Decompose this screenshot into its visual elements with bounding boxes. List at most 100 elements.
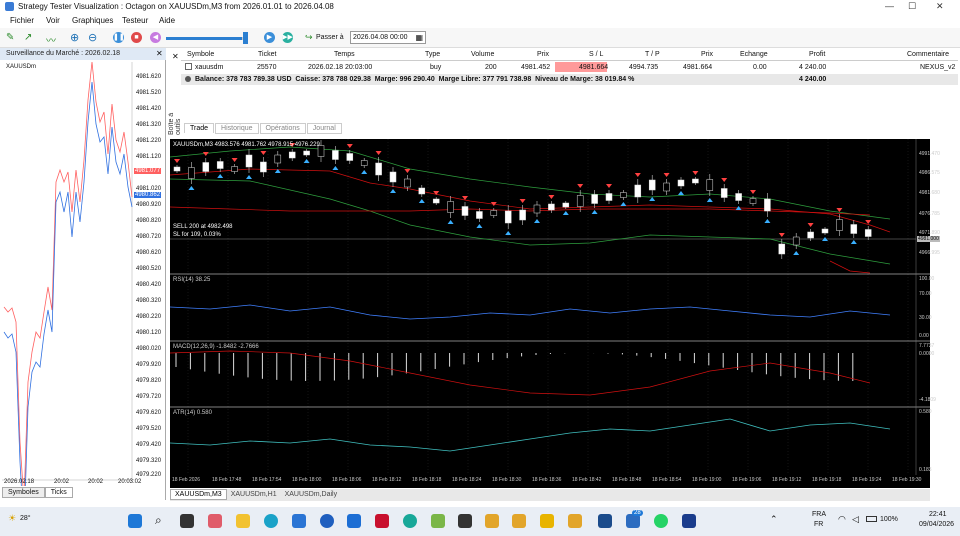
- battery-icon[interactable]: [866, 516, 877, 522]
- table-row[interactable]: xauusdm 25570 2026.02.18 20:03:00 buy 20…: [181, 62, 958, 73]
- chart-tab-m3[interactable]: XAUUSDm,M3: [170, 489, 227, 500]
- minimize-button[interactable]: —: [885, 1, 894, 11]
- outlook-icon[interactable]: [347, 514, 361, 528]
- lang-label[interactable]: FRA: [812, 511, 826, 518]
- task-view-icon[interactable]: [180, 514, 194, 528]
- file-explorer-icon[interactable]: [236, 514, 250, 528]
- speed-fast-icon[interactable]: ▶: [264, 32, 275, 43]
- col-header[interactable]: Symbole: [187, 51, 214, 58]
- tab-journal[interactable]: Journal: [306, 123, 342, 134]
- draw-tool-icon[interactable]: ✎: [6, 32, 14, 43]
- tick-time-label: 20:02: [88, 479, 104, 485]
- notes-icon-2[interactable]: [512, 514, 526, 528]
- col-header[interactable]: S / L: [589, 51, 603, 58]
- terminal-icon[interactable]: [540, 514, 554, 528]
- col-header[interactable]: Temps: [334, 51, 355, 58]
- tick-chart[interactable]: XAUUSDm 4981.620 4981.520 4981.420 4981.…: [2, 62, 164, 486]
- tick-price-label: 4980.320: [136, 298, 162, 304]
- start-icon[interactable]: [128, 514, 142, 528]
- chart-tab-daily[interactable]: XAUUSDm,Daily: [281, 490, 342, 499]
- tab-historique[interactable]: Historique: [215, 123, 259, 134]
- clock-date[interactable]: 09/04/2026: [919, 521, 954, 528]
- candle: [231, 166, 238, 172]
- tab-symboles[interactable]: Symboles: [2, 487, 45, 498]
- calendar-icon[interactable]: ▦: [415, 33, 423, 42]
- maximize-button[interactable]: ☐: [908, 1, 916, 12]
- cell-type: buy: [430, 64, 442, 71]
- tick-price-label: 4979.820: [136, 378, 162, 384]
- candle: [850, 224, 858, 234]
- search-icon[interactable]: ⌕: [155, 513, 162, 528]
- expressvpn-icon[interactable]: [403, 514, 417, 528]
- volume-icon[interactable]: ◁: [852, 514, 859, 525]
- notes-icon-1[interactable]: [485, 514, 499, 528]
- cursor-icon[interactable]: ↗: [24, 32, 32, 43]
- candle: [202, 162, 210, 172]
- store-icon[interactable]: [292, 514, 306, 528]
- menu-testeur[interactable]: Testeur: [122, 16, 148, 25]
- metatrader-icon[interactable]: [598, 514, 612, 528]
- mcafee-icon[interactable]: [375, 514, 389, 528]
- tab-trade[interactable]: Trade: [184, 123, 215, 133]
- whatsapp-icon[interactable]: [654, 514, 668, 528]
- notes-icon-3[interactable]: [568, 514, 582, 528]
- cell-sl: 4981.664: [555, 62, 608, 72]
- buy-arrow-marker: [447, 220, 454, 224]
- chart-tab-h1[interactable]: XAUUSDm,H1: [227, 490, 281, 499]
- ai-app-icon[interactable]: [431, 514, 445, 528]
- col-header[interactable]: Prix: [537, 51, 549, 58]
- skip-to-label[interactable]: Passer à: [316, 34, 344, 41]
- tab-ticks[interactable]: Ticks: [44, 487, 73, 498]
- market-watch-header: Surveillance du Marché : 2026.02.18: [0, 48, 166, 60]
- close-button[interactable]: ✕: [936, 1, 944, 12]
- atr-label: ATR(14) 0.580: [173, 410, 212, 416]
- photos-icon[interactable]: [208, 514, 222, 528]
- cell-current-price: 4981.664: [683, 64, 713, 71]
- col-header[interactable]: Ticket: [258, 51, 276, 58]
- tray-chevron-icon[interactable]: ⌃: [770, 514, 778, 525]
- step-forward-icon[interactable]: ▶▶: [282, 32, 293, 43]
- market-watch-close-icon[interactable]: ✕: [156, 49, 163, 58]
- col-header[interactable]: Commentaire: [907, 51, 949, 58]
- paypal-icon[interactable]: [682, 514, 696, 528]
- line-tool-icon[interactable]: 〰: [46, 32, 56, 47]
- buy-arrow-marker: [793, 251, 800, 255]
- speed-slider[interactable]: [166, 37, 244, 40]
- candle: [490, 210, 498, 216]
- menu-aide[interactable]: Aide: [159, 16, 175, 25]
- sell-arrow-marker: [548, 195, 555, 199]
- weather-icon[interactable]: ☀: [8, 513, 16, 524]
- col-header[interactable]: Echange: [740, 51, 768, 58]
- col-header[interactable]: T / P: [645, 51, 660, 58]
- zoom-out-icon[interactable]: ⊖: [88, 31, 97, 44]
- candle: [821, 228, 829, 234]
- font-app-icon[interactable]: [458, 514, 472, 528]
- sell-arrow-marker: [807, 223, 814, 227]
- main-chart[interactable]: XAUUSDm,M3 4983.576 4981.762 4978.915 49…: [170, 139, 940, 488]
- menu-graphiques[interactable]: Graphiques: [72, 16, 113, 25]
- market-watch-tabs: Symboles Ticks: [2, 487, 73, 499]
- tab-operations[interactable]: Opérations: [259, 123, 306, 134]
- wifi-icon[interactable]: ◠: [838, 514, 846, 525]
- col-header[interactable]: Prix: [701, 51, 713, 58]
- col-header[interactable]: Profit: [809, 51, 825, 58]
- toolbox-close-icon[interactable]: ✕: [172, 52, 179, 61]
- time-axis-label: 18 Feb 2026: [172, 477, 201, 483]
- menu-fichier[interactable]: Fichier: [10, 16, 34, 25]
- clock-time[interactable]: 22:41: [929, 511, 947, 518]
- skip-to-icon[interactable]: ↪: [305, 32, 313, 43]
- menu-voir[interactable]: Voir: [46, 16, 60, 25]
- candle: [332, 150, 339, 160]
- time-axis-label: 18 Feb 18:48: [612, 477, 642, 483]
- zoom-in-icon[interactable]: ⊕: [70, 31, 79, 44]
- pause-icon[interactable]: ❚❚: [113, 32, 125, 43]
- metatrader-icon-2[interactable]: [626, 514, 640, 528]
- col-header[interactable]: Type: [425, 51, 440, 58]
- speed-slider-handle[interactable]: [243, 32, 248, 44]
- edge-icon[interactable]: [264, 514, 278, 528]
- col-header[interactable]: Volume: [471, 51, 494, 58]
- skip-date-field[interactable]: 2026.04.08 00:00 ▦: [350, 31, 426, 44]
- speed-slow-icon[interactable]: ◀: [150, 32, 161, 43]
- stop-icon[interactable]: ■: [131, 32, 142, 43]
- hp-icon[interactable]: [320, 514, 334, 528]
